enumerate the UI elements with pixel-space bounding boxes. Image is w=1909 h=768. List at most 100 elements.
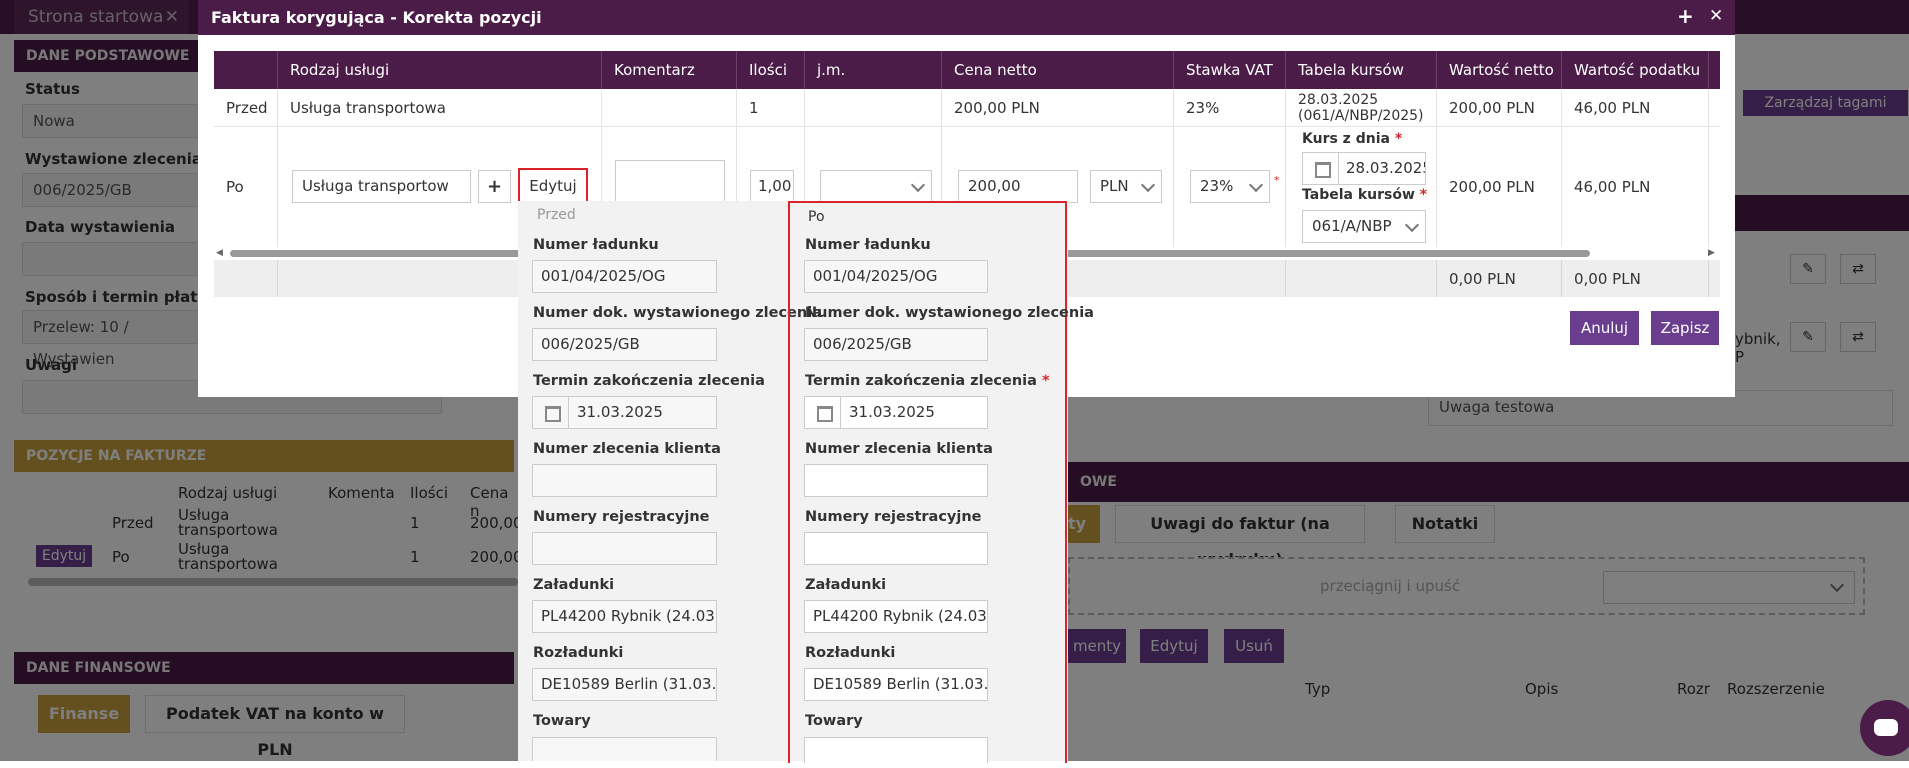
details-popup: Przed Numer ładunku 001/04/2025/OG Numer… xyxy=(518,201,1094,763)
col-header: Cena netto xyxy=(942,51,1174,89)
termin-label: Termin zakończenia zlecenia xyxy=(533,373,765,389)
col-header: Stawka VAT xyxy=(1174,51,1286,89)
rozladunki-field: DE10589 Berlin (31.03.20 xyxy=(532,668,717,701)
numer-ladunku-field: 001/04/2025/OG xyxy=(532,260,717,293)
towary-label: Towary xyxy=(533,713,591,729)
termin-label-text: Termin zakończenia zlecenia xyxy=(805,373,1037,389)
tabela-label: Tabela kursów * xyxy=(1302,187,1427,203)
zaladunki-field: PL44200 Rybnik (24.03.2 xyxy=(532,600,717,633)
calendar-icon xyxy=(1303,153,1339,184)
column-header: Po xyxy=(808,209,825,225)
zaladunki-field[interactable]: PL44200 Rybnik (24.03.2 xyxy=(804,600,988,633)
chevron-down-icon xyxy=(1404,217,1420,233)
col-header: Rodzaj usługi xyxy=(278,51,602,89)
close-icon[interactable]: ✕ xyxy=(1709,0,1723,33)
chevron-down-icon xyxy=(1140,177,1156,193)
kurs-label: Kurs z dnia * xyxy=(1302,131,1402,147)
currency-value: PLN xyxy=(1100,177,1129,195)
towary-field[interactable] xyxy=(804,737,988,763)
tabela-select[interactable]: 061/A/NBP xyxy=(1302,210,1426,243)
save-button[interactable]: Zapisz xyxy=(1651,311,1719,345)
modal-header: Faktura korygująca - Korekta pozycji + ✕ xyxy=(198,0,1735,35)
col-header: Komentarz xyxy=(602,51,737,89)
cell-tax: 46,00 PLN xyxy=(1562,127,1709,247)
modal-title: Faktura korygująca - Korekta pozycji xyxy=(211,8,542,27)
zaladunki-label: Załadunki xyxy=(805,577,887,593)
required-mark: * xyxy=(1394,131,1403,147)
cell-vat: 23% xyxy=(1174,89,1286,126)
sum-net: 0,00 PLN xyxy=(1437,260,1562,297)
termin-value: 31.03.2025 xyxy=(577,403,663,421)
vat-select[interactable]: 23% xyxy=(1190,170,1270,203)
numer-klienta-field[interactable] xyxy=(804,464,988,497)
col-header: Wartość netto xyxy=(1437,51,1562,89)
rozladunki-label: Rozładunki xyxy=(533,645,624,661)
vat-value: 23% xyxy=(1200,177,1234,195)
kurs-date-input[interactable]: 28.03.2025 xyxy=(1302,152,1426,185)
table-row-przed: Przed Usługa transportowa 1 200,00 PLN 2… xyxy=(214,89,1720,127)
required-mark: * xyxy=(1041,373,1050,389)
col-header: Wartość podatku xyxy=(1562,51,1709,89)
towary-label: Towary xyxy=(805,713,863,729)
qty-input[interactable]: 1,00 xyxy=(750,170,794,203)
calendar-icon xyxy=(805,397,841,428)
edit-details-button[interactable]: Edytuj xyxy=(518,168,588,205)
price-input[interactable]: 200,00 xyxy=(958,170,1078,203)
numer-dok-field: 006/2025/GB xyxy=(804,328,988,361)
required-mark: * xyxy=(1274,174,1280,187)
przed-column: Przed Numer ładunku 001/04/2025/OG Numer… xyxy=(518,201,822,761)
tabela-label-text: Tabela kursów xyxy=(1302,187,1415,203)
rozladunki-label: Rozładunki xyxy=(805,645,896,661)
kurs-label-text: Kurs z dnia xyxy=(1302,131,1390,147)
column-header: Przed xyxy=(537,207,576,223)
numer-dok-label: Numer dok. wystawionego zlecenia xyxy=(805,305,1094,321)
chat-icon xyxy=(1874,719,1898,736)
service-input[interactable]: Usługa transportow xyxy=(292,170,471,203)
cell-service: Usługa transportowa xyxy=(278,89,602,126)
sum-cell xyxy=(1286,260,1437,297)
tabela-value: 061/A/NBP xyxy=(1312,217,1392,235)
sum-tax: 0,00 PLN xyxy=(1562,260,1709,297)
termin-field[interactable]: 31.03.2025 xyxy=(804,396,988,429)
zaladunki-label: Załadunki xyxy=(533,577,615,593)
rozladunki-field[interactable]: DE10589 Berlin (31.03.20 xyxy=(804,668,988,701)
rejestracyjne-label: Numery rejestracyjne xyxy=(533,509,710,525)
comment-input[interactable] xyxy=(615,160,725,206)
termin-value: 31.03.2025 xyxy=(849,403,935,421)
kurs-date-value: 28.03.2025 xyxy=(1346,159,1426,177)
col-header: j.m. xyxy=(805,51,942,89)
cell-unit xyxy=(805,89,942,126)
required-mark: * xyxy=(1419,187,1428,203)
scroll-right-icon[interactable]: ▶ xyxy=(1708,248,1715,258)
numer-klienta-label: Numer zlecenia klienta xyxy=(805,441,993,457)
col-header: Ilości xyxy=(737,51,805,89)
sum-cell xyxy=(1174,260,1286,297)
chat-widget-button[interactable] xyxy=(1860,700,1909,756)
numer-ladunku-label: Numer ładunku xyxy=(805,237,931,253)
unit-select[interactable] xyxy=(820,170,932,203)
currency-select[interactable]: PLN xyxy=(1090,170,1162,203)
calendar-icon xyxy=(533,397,569,428)
numer-klienta-field xyxy=(532,464,717,497)
row-label: Przed xyxy=(214,89,278,126)
termin-label: Termin zakończenia zlecenia * xyxy=(805,373,1050,389)
po-column: Po Numer ładunku 001/04/2025/OG Numer do… xyxy=(788,201,1094,763)
numer-dok-label: Numer dok. wystawionego zlecenia xyxy=(533,305,822,321)
rejestracyjne-field[interactable] xyxy=(804,532,988,565)
cancel-button[interactable]: Anuluj xyxy=(1570,311,1639,345)
numer-klienta-label: Numer zlecenia klienta xyxy=(533,441,721,457)
row-label: Po xyxy=(214,127,278,247)
scroll-left-icon[interactable]: ◀ xyxy=(216,248,223,258)
sum-cell xyxy=(214,260,278,297)
col-header xyxy=(214,51,278,89)
cell-price: 200,00 PLN xyxy=(942,89,1174,126)
table-header: Rodzaj usługi Komentarz Ilości j.m. Cena… xyxy=(214,51,1720,89)
cell-comment xyxy=(602,89,737,126)
rejestracyjne-field xyxy=(532,532,717,565)
cell-rate-table: 28.03.2025 (061/A/NBP/2025) xyxy=(1286,89,1437,126)
chevron-down-icon xyxy=(1248,177,1264,193)
add-service-button[interactable]: + xyxy=(478,170,511,203)
numer-dok-field: 006/2025/GB xyxy=(532,328,717,361)
cell-net: 200,00 PLN xyxy=(1437,127,1562,247)
maximize-icon[interactable]: + xyxy=(1677,0,1694,33)
